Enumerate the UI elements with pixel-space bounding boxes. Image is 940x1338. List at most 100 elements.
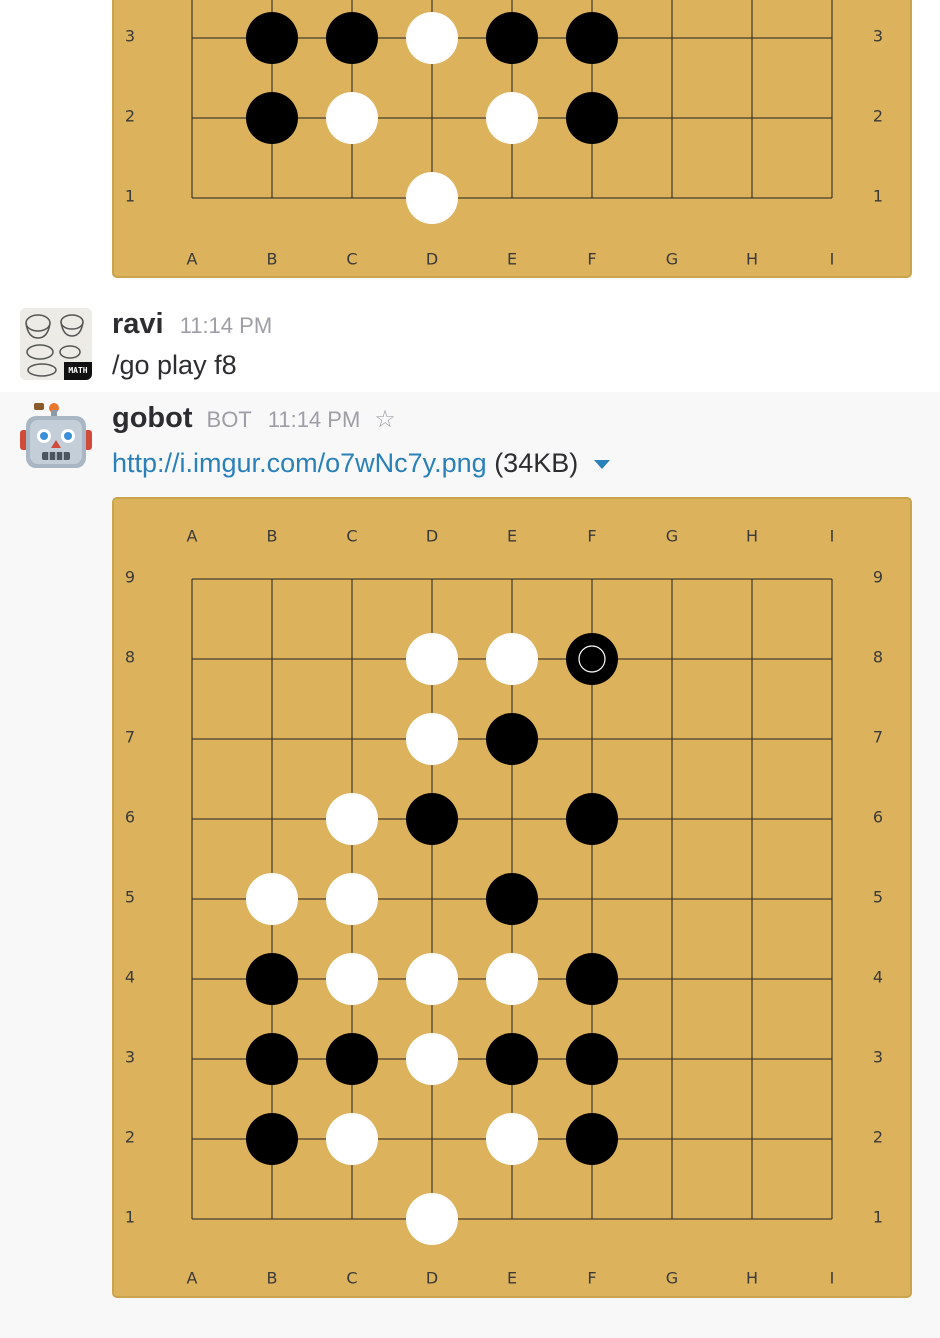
robot-face-icon <box>20 403 92 468</box>
column-label: A <box>187 250 198 269</box>
column-label: B <box>267 527 278 546</box>
attachment-line: http://i.imgur.com/o7wNc7y.png (34KB) <box>112 448 610 479</box>
column-label: B <box>267 250 278 269</box>
black-stone <box>486 12 538 64</box>
row-label-left: 4 <box>125 968 135 987</box>
row-label-right: 3 <box>873 27 883 46</box>
row-label-right: 2 <box>873 107 883 126</box>
white-stone <box>406 633 458 685</box>
black-stone <box>566 92 618 144</box>
white-stone <box>486 92 538 144</box>
avatar-math-text: MATH <box>68 366 87 375</box>
column-label: D <box>426 250 438 269</box>
avatar[interactable] <box>20 400 92 472</box>
row-label-right: 1 <box>873 187 883 206</box>
row-label-left: 6 <box>125 808 135 827</box>
column-label: H <box>746 1269 758 1288</box>
row-label-left: 3 <box>125 27 135 46</box>
white-stone <box>486 633 538 685</box>
white-stone <box>326 873 378 925</box>
white-stone <box>326 1113 378 1165</box>
black-stone <box>486 873 538 925</box>
message-header-gobot: gobot BOT 11:14 PM ☆ <box>112 402 396 435</box>
row-label-left: 2 <box>125 1128 135 1147</box>
black-stone <box>566 793 618 845</box>
white-stone <box>406 12 458 64</box>
black-stone <box>566 12 618 64</box>
column-label: E <box>507 250 517 269</box>
column-label: C <box>346 527 357 546</box>
row-label-left: 1 <box>125 187 135 206</box>
black-stone <box>486 1033 538 1085</box>
row-label-right: 5 <box>873 888 883 907</box>
black-stone <box>246 1033 298 1085</box>
timestamp[interactable]: 11:14 PM <box>180 313 273 339</box>
row-label-left: 7 <box>125 728 135 747</box>
black-stone <box>246 953 298 1005</box>
column-label: F <box>587 250 596 269</box>
column-label: C <box>346 250 357 269</box>
timestamp[interactable]: 11:14 PM <box>268 407 361 433</box>
column-label: I <box>830 1269 835 1288</box>
column-label: I <box>830 250 835 269</box>
row-label-left: 3 <box>125 1048 135 1067</box>
row-label-right: 9 <box>873 568 883 587</box>
column-label: E <box>507 1269 517 1288</box>
white-stone <box>326 953 378 1005</box>
row-label-right: 1 <box>873 1208 883 1227</box>
column-label: G <box>666 527 678 546</box>
previous-board-image[interactable]: 3 3 2 2 1 1 A B C D E F G H I <box>112 0 912 278</box>
go-board-image[interactable]: 9 9 8 8 7 7 6 6 5 5 4 4 3 3 2 2 1 1 A B C D E F G H I A B C D E F G H I <box>112 497 912 1298</box>
row-label-left: 5 <box>125 888 135 907</box>
bot-badge: BOT <box>206 407 252 432</box>
white-stone <box>326 92 378 144</box>
username-gobot[interactable]: gobot <box>112 402 193 435</box>
avatar[interactable]: MATH <box>20 308 92 380</box>
coffee-doodle-avatar: MATH <box>20 308 92 380</box>
row-label-right: 4 <box>873 968 883 987</box>
row-label-left: 9 <box>125 568 135 587</box>
column-label: I <box>830 527 835 546</box>
column-label: F <box>587 527 596 546</box>
row-label-right: 6 <box>873 808 883 827</box>
black-stone <box>246 92 298 144</box>
black-stone <box>246 1113 298 1165</box>
white-stone <box>486 953 538 1005</box>
column-label: F <box>587 1269 596 1288</box>
column-label: H <box>746 250 758 269</box>
row-label-left: 8 <box>125 648 135 667</box>
row-label-right: 2 <box>873 1128 883 1147</box>
black-stone <box>486 713 538 765</box>
row-label-right: 8 <box>873 648 883 667</box>
file-size: (34KB) <box>494 448 579 478</box>
caret-down-icon[interactable] <box>593 460 610 470</box>
white-stone <box>406 713 458 765</box>
row-label-right: 7 <box>873 728 883 747</box>
column-label: D <box>426 1269 438 1288</box>
black-stone <box>406 793 458 845</box>
star-outline-icon[interactable]: ☆ <box>374 405 396 433</box>
white-stone <box>246 873 298 925</box>
column-label: G <box>666 250 678 269</box>
go-board-svg: 9 9 8 8 7 7 6 6 5 5 4 4 3 3 2 2 1 1 A B C D E F G H I A B C D E F G H I <box>125 527 883 1288</box>
previous-board-svg: 3 3 2 2 1 1 A B C D E F G H I <box>125 0 883 269</box>
white-stone <box>406 1033 458 1085</box>
column-label: A <box>187 1269 198 1288</box>
black-stone <box>566 633 618 685</box>
black-stone <box>566 953 618 1005</box>
column-label: B <box>267 1269 278 1288</box>
column-label: D <box>426 527 438 546</box>
white-stone <box>326 793 378 845</box>
black-stone <box>566 1113 618 1165</box>
message-header-ravi: ravi 11:14 PM <box>112 308 272 341</box>
column-label: G <box>666 1269 678 1288</box>
column-label: A <box>187 527 198 546</box>
column-label: E <box>507 527 517 546</box>
image-link[interactable]: http://i.imgur.com/o7wNc7y.png <box>112 448 487 478</box>
black-stone <box>326 1033 378 1085</box>
white-stone <box>406 1193 458 1245</box>
column-label: C <box>346 1269 357 1288</box>
username-ravi[interactable]: ravi <box>112 308 164 341</box>
row-label-right: 3 <box>873 1048 883 1067</box>
column-label: H <box>746 527 758 546</box>
